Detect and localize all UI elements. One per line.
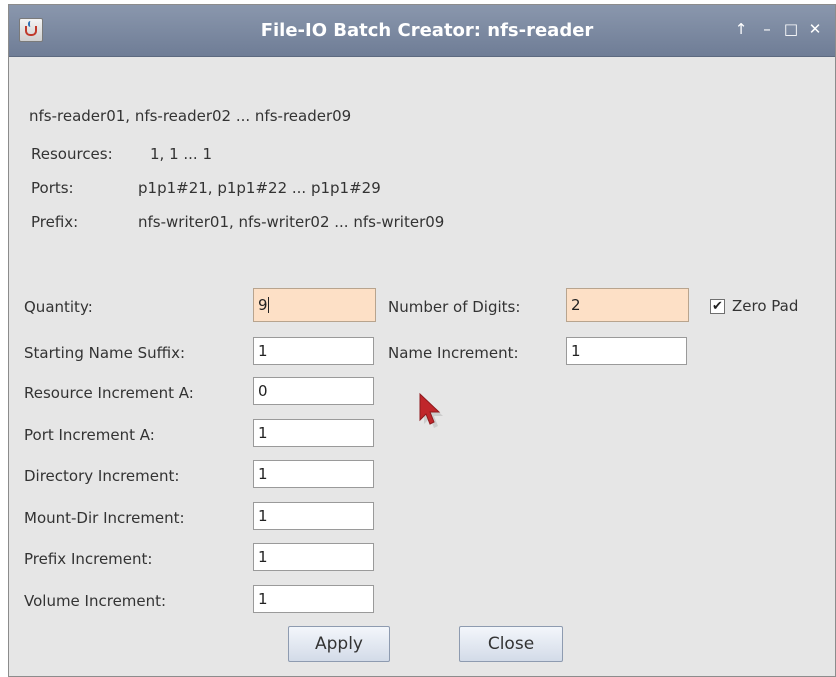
resource-increment-input[interactable]: 0 [253, 377, 374, 405]
number-of-digits-input[interactable]: 2 [566, 288, 689, 322]
starting-name-suffix-input[interactable]: 1 [253, 337, 374, 365]
port-increment-label: Port Increment A: [24, 426, 155, 444]
directory-increment-input[interactable]: 1 [253, 460, 374, 488]
resources-label: Resources: [31, 145, 113, 163]
prefix-label: Prefix: [31, 213, 79, 231]
window-title: File-IO Batch Creator: nfs-reader [260, 20, 594, 41]
prefix-value: nfs-writer01, nfs-writer02 ... nfs-write… [138, 213, 445, 231]
close-button[interactable]: Close [459, 626, 563, 662]
zero-pad-label: Zero Pad [732, 297, 799, 315]
volume-increment-label: Volume Increment: [24, 592, 167, 610]
ports-label: Ports: [31, 179, 74, 197]
keep-above-icon[interactable]: ↑ [731, 19, 751, 39]
mouse-pointer-icon [419, 392, 443, 428]
prefix-increment-input[interactable]: 1 [253, 543, 374, 571]
directory-increment-label: Directory Increment: [24, 467, 180, 485]
prefix-increment-label: Prefix Increment: [24, 550, 153, 568]
resources-value: 1, 1 ... 1 [150, 145, 213, 163]
maximize-icon[interactable]: □ [781, 19, 801, 39]
zero-pad-checkbox[interactable]: ✔ [710, 299, 725, 314]
port-increment-input[interactable]: 1 [253, 419, 374, 447]
quantity-label: Quantity: [24, 298, 93, 316]
name-increment-label: Name Increment: [388, 344, 519, 362]
resource-increment-label: Resource Increment A: [24, 384, 194, 402]
quantity-input[interactable]: 9 [253, 288, 376, 322]
name-increment-input[interactable]: 1 [566, 337, 687, 365]
starting-name-suffix-label: Starting Name Suffix: [24, 344, 186, 362]
close-icon[interactable]: ✕ [805, 19, 825, 39]
names-summary: nfs-reader01, nfs-reader02 ... nfs-reade… [29, 107, 352, 125]
mount-dir-increment-label: Mount-Dir Increment: [24, 509, 185, 527]
number-of-digits-label: Number of Digits: [388, 298, 521, 316]
dialog-window: File-IO Batch Creator: nfs-reader ↑ – □ … [8, 4, 836, 677]
ports-value: p1p1#21, p1p1#22 ... p1p1#29 [138, 179, 381, 197]
title-bar[interactable]: File-IO Batch Creator: nfs-reader ↑ – □ … [9, 5, 835, 57]
volume-increment-input[interactable]: 1 [253, 585, 374, 613]
minimize-icon[interactable]: – [757, 19, 777, 39]
apply-button[interactable]: Apply [288, 626, 390, 662]
mount-dir-increment-input[interactable]: 1 [253, 502, 374, 530]
